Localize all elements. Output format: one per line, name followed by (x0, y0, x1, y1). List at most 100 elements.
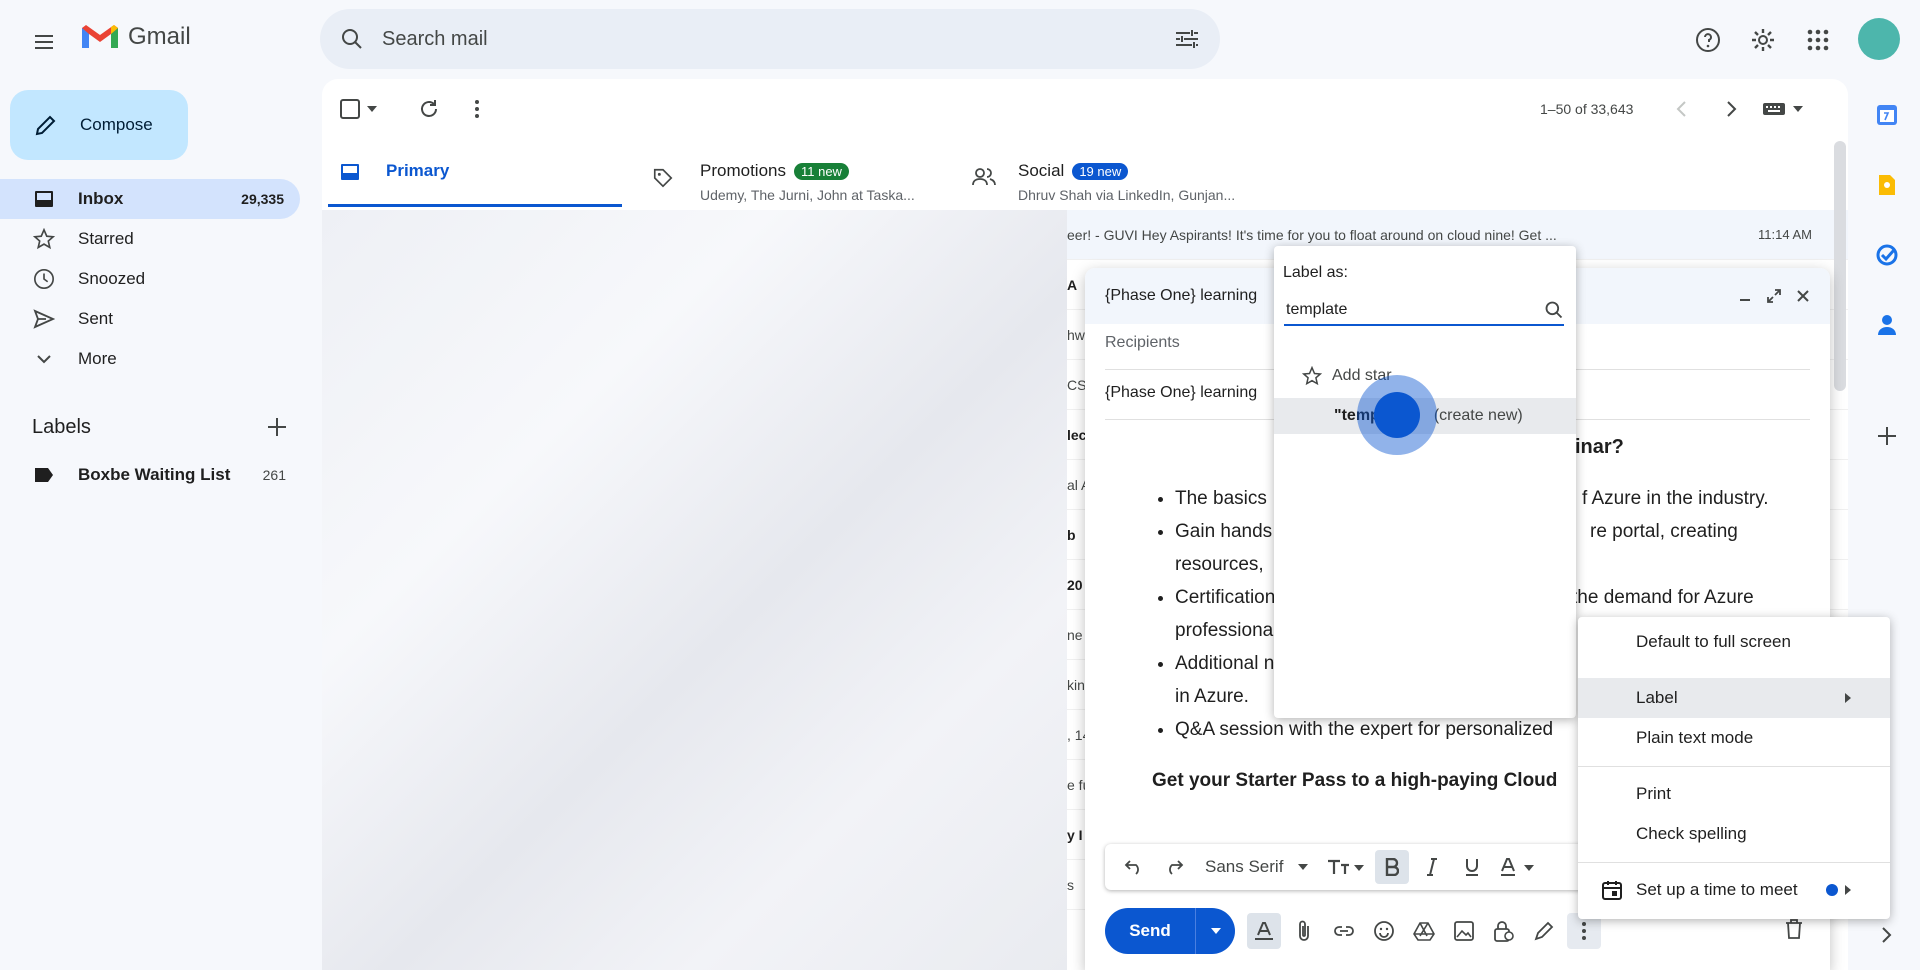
search-bar[interactable]: Search mail (320, 9, 1220, 69)
help-button[interactable] (1688, 20, 1728, 60)
calendar-app-button[interactable] (1870, 98, 1904, 132)
text-color-button[interactable] (1495, 850, 1541, 884)
email-snippet: s (1067, 876, 1074, 893)
email-snippet: A (1067, 276, 1078, 293)
menu-item-label: Default to full screen (1636, 632, 1791, 651)
nav-item-label: Boxbe Waiting List (78, 465, 231, 484)
google-tasks-icon (1876, 244, 1898, 266)
input-tools-button[interactable] (1762, 101, 1804, 117)
google-keep-icon (1879, 175, 1895, 195)
label-search-input[interactable]: template (1284, 296, 1564, 326)
emoji-button[interactable] (1367, 913, 1401, 949)
menu-item-full-screen[interactable]: Default to full screen (1578, 622, 1890, 662)
create-label-button[interactable] (264, 414, 290, 440)
bold-button[interactable] (1375, 850, 1410, 884)
schedule-send-button[interactable] (1195, 908, 1235, 954)
bullet-tail: re portal, creating (1590, 521, 1738, 542)
minimize-icon[interactable] (1738, 289, 1752, 303)
chevron-right-icon (1882, 927, 1892, 943)
nav-label-boxbe[interactable]: Boxbe Waiting List 261 (0, 455, 300, 495)
nav-item-label: Inbox (78, 189, 124, 208)
search-icon[interactable] (340, 27, 364, 51)
nav-item-more[interactable]: More (0, 339, 300, 379)
caret-down-icon (1298, 864, 1309, 870)
image-icon (1454, 921, 1474, 941)
drive-button[interactable] (1407, 913, 1441, 949)
italic-button[interactable] (1415, 850, 1449, 884)
font-family-select[interactable]: Sans Serif (1197, 857, 1317, 877)
get-addons-button[interactable] (1870, 419, 1904, 453)
tab-social[interactable]: Social 19 new Dhruv Shah via LinkedIn, Gu… (972, 145, 1302, 207)
newer-page-button[interactable] (1721, 99, 1741, 119)
search-input[interactable]: Search mail (382, 28, 1174, 51)
menu-item-label[interactable]: Label (1578, 678, 1890, 718)
confidential-mode-button[interactable] (1487, 913, 1521, 949)
refresh-button[interactable] (417, 97, 441, 121)
compose-tools (1247, 913, 1601, 949)
tab-promotions[interactable]: Promotions 11 new Udemy, The Jurni, John … (652, 145, 952, 207)
undo-button[interactable] (1117, 850, 1151, 884)
nav-item-label: Snoozed (78, 269, 146, 288)
search-icon (1545, 301, 1563, 319)
email-snippet: y I (1067, 826, 1083, 843)
more-options-button[interactable] (467, 97, 487, 121)
keep-app-button[interactable] (1870, 168, 1904, 202)
nav-item-snoozed[interactable]: Snoozed (0, 259, 300, 299)
emoji-icon (1374, 921, 1394, 941)
insert-link-button[interactable] (1327, 913, 1361, 949)
body-heading-fragment: inar? (1575, 436, 1624, 458)
send-button[interactable]: Send (1105, 908, 1195, 954)
gmail-m-icon (82, 25, 118, 48)
nav-item-count: 261 (262, 467, 286, 483)
plus-icon (268, 418, 286, 436)
google-calendar-icon (1877, 105, 1897, 125)
click-indicator-dot (1374, 392, 1420, 438)
font-size-button[interactable] (1323, 850, 1369, 884)
close-icon[interactable] (1796, 289, 1810, 303)
compose-label: Compose (80, 115, 153, 134)
menu-item-set-up-meeting[interactable]: Set up a time to meet (1578, 870, 1890, 910)
menu-item-plain-text[interactable]: Plain text mode (1578, 718, 1890, 758)
send-icon (33, 309, 55, 329)
account-avatar[interactable] (1858, 18, 1900, 60)
search-options-icon[interactable] (1174, 27, 1200, 51)
contacts-app-button[interactable] (1870, 308, 1904, 342)
select-all-checkbox[interactable] (340, 99, 378, 119)
nav-item-starred[interactable]: Starred (0, 219, 300, 259)
settings-button[interactable] (1743, 20, 1783, 60)
older-page-button[interactable] (1672, 99, 1692, 119)
tasks-app-button[interactable] (1870, 238, 1904, 272)
compose-button[interactable]: Compose (10, 90, 188, 160)
nav-item-inbox[interactable]: Inbox 29,335 (0, 179, 300, 219)
insert-photo-button[interactable] (1447, 913, 1481, 949)
pencil-icon (35, 115, 56, 136)
attach-button[interactable] (1287, 913, 1321, 949)
main-menu-button[interactable] (24, 22, 64, 62)
tab-primary[interactable]: Primary (328, 145, 622, 207)
gmail-logo[interactable]: Gmail (80, 22, 191, 52)
email-snippet: 20 (1067, 576, 1083, 593)
menu-item-label: Label (1636, 688, 1678, 707)
label-tag-icon (35, 468, 53, 482)
nav-item-sent[interactable]: Sent (0, 299, 300, 339)
menu-item-check-spelling[interactable]: Check spelling (1578, 814, 1890, 854)
show-side-panel-button[interactable] (1870, 918, 1904, 952)
underline-button[interactable] (1455, 850, 1489, 884)
list-scrollbar[interactable] (1834, 141, 1846, 391)
apps-grid-icon (1807, 29, 1829, 51)
discard-draft-button[interactable] (1785, 918, 1803, 940)
star-icon (1302, 366, 1322, 386)
signature-button[interactable] (1527, 913, 1561, 949)
redo-button[interactable] (1157, 850, 1191, 884)
menu-item-label: Set up a time to meet (1636, 880, 1798, 899)
expand-icon[interactable] (1766, 288, 1782, 304)
chevron-left-icon (1676, 101, 1686, 117)
plus-icon (1878, 427, 1896, 445)
email-snippet: ne (1067, 626, 1083, 643)
menu-item-label: Print (1636, 784, 1671, 803)
apps-button[interactable] (1798, 20, 1838, 60)
checkbox-icon (340, 99, 360, 119)
menu-item-print[interactable]: Print (1578, 774, 1890, 814)
email-snippet: lec (1067, 426, 1087, 443)
formatting-options-button[interactable] (1247, 913, 1281, 949)
